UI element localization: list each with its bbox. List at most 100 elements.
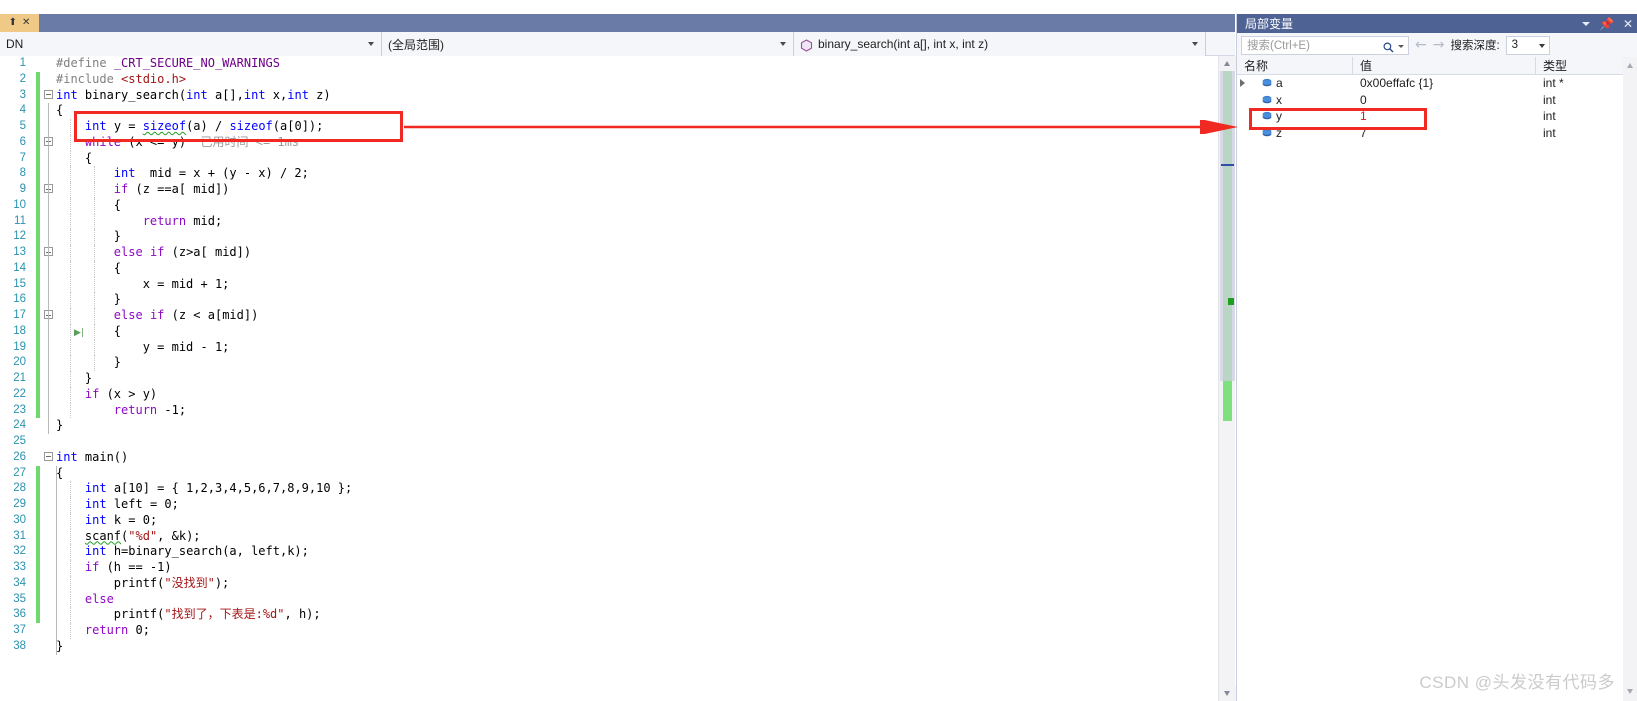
pin-icon[interactable]: ⬆ bbox=[9, 18, 17, 28]
scroll-down-arrow-icon[interactable] bbox=[1219, 686, 1236, 701]
editor-navigation-bar: DN (全局范围) binary_search(int a[], int x, … bbox=[0, 32, 1235, 56]
line-number: 30 bbox=[13, 513, 26, 526]
code-line: 30 int k = 0; bbox=[0, 512, 1235, 529]
fold-guide-line bbox=[48, 418, 49, 434]
search-depth-label: 搜索深度: bbox=[1450, 40, 1500, 52]
locals-grid-header: 名称 值 类型 bbox=[1237, 57, 1637, 75]
code-text: else bbox=[84, 591, 114, 606]
expand-arrow-icon[interactable] bbox=[1240, 78, 1249, 88]
variable-value-cell[interactable]: 1 bbox=[1353, 108, 1536, 125]
fold-toggle-icon[interactable] bbox=[44, 89, 55, 101]
locals-vertical-scrollbar[interactable] bbox=[1623, 57, 1637, 701]
fold-toggle-icon[interactable] bbox=[44, 184, 55, 195]
column-header-value[interactable]: 值 bbox=[1353, 57, 1536, 74]
fold-toggle-icon[interactable] bbox=[44, 451, 55, 463]
line-change-indicator bbox=[36, 591, 40, 608]
fold-guide-line bbox=[48, 355, 49, 371]
search-icon[interactable] bbox=[1383, 40, 1394, 52]
code-text: int binary_search(int a[],int x,int z) bbox=[56, 87, 331, 102]
search-prev-button[interactable]: ← bbox=[1415, 38, 1427, 52]
fold-toggle-icon[interactable] bbox=[44, 136, 55, 148]
line-change-indicator bbox=[36, 560, 40, 576]
line-number: 31 bbox=[13, 529, 26, 542]
variable-value-cell[interactable]: 7 bbox=[1353, 125, 1536, 142]
variable-type-cell: int bbox=[1543, 125, 1556, 140]
line-change-indicator bbox=[36, 245, 40, 261]
chevron-down-icon bbox=[780, 42, 786, 46]
code-line: 25 bbox=[0, 434, 1235, 450]
expand-arrow-icon bbox=[1240, 112, 1249, 121]
visual-studio-debug-window: ⬆ ✕ DN (全局范围) binary_search(int a[], int… bbox=[0, 0, 1637, 701]
project-dropdown[interactable]: DN bbox=[0, 32, 382, 56]
variable-icon bbox=[1261, 127, 1273, 139]
code-line: 24} bbox=[0, 418, 1235, 434]
scope-dropdown-label: (全局范围) bbox=[388, 37, 444, 52]
line-number: 18 bbox=[13, 324, 26, 337]
chevron-down-icon[interactable] bbox=[1398, 44, 1404, 48]
line-change-indicator bbox=[36, 371, 40, 387]
line-change-indicator bbox=[36, 355, 40, 371]
line-number: 19 bbox=[13, 340, 26, 353]
scope-dropdown[interactable]: (全局范围) bbox=[382, 32, 794, 56]
table-row[interactable]: z 7 int bbox=[1237, 125, 1637, 142]
line-number: 6 bbox=[19, 135, 26, 148]
fold-guide-line bbox=[48, 260, 49, 277]
code-text: return 0; bbox=[84, 623, 150, 637]
chevron-down-icon[interactable] bbox=[1581, 21, 1590, 26]
variable-type-cell: int bbox=[1543, 92, 1556, 107]
close-icon[interactable]: ✕ bbox=[1623, 17, 1633, 31]
search-input[interactable]: 搜索(Ctrl+E) bbox=[1241, 35, 1409, 55]
code-line: 23 return -1; bbox=[0, 402, 1235, 419]
editor-tab-active[interactable]: ⬆ ✕ bbox=[0, 14, 39, 32]
chevron-down-icon bbox=[1538, 43, 1545, 48]
search-depth-dropdown[interactable]: 3 bbox=[1505, 35, 1550, 55]
fold-toggle-icon[interactable] bbox=[44, 247, 55, 258]
code-line: 17 else if (z < a[mid]) bbox=[0, 308, 1235, 324]
variable-icon bbox=[1261, 110, 1273, 122]
pin-icon[interactable]: 📌 bbox=[1599, 17, 1614, 31]
search-depth-value: 3 bbox=[1511, 39, 1519, 51]
code-text: return mid; bbox=[142, 213, 223, 228]
code-text: int h=binary_search(a, left,k); bbox=[84, 544, 309, 559]
line-number: 2 bbox=[19, 72, 26, 85]
scroll-up-arrow-icon[interactable] bbox=[1623, 59, 1637, 73]
line-number: 10 bbox=[13, 198, 26, 211]
column-header-name[interactable]: 名称 bbox=[1237, 57, 1353, 74]
code-text: if (x > y) bbox=[84, 386, 158, 401]
search-next-button[interactable]: → bbox=[1433, 38, 1445, 52]
member-dropdown[interactable]: binary_search(int a[], int x, int z) bbox=[794, 32, 1206, 56]
fold-guide-line bbox=[48, 229, 49, 245]
code-text-area[interactable]: 1 #define _CRT_SECURE_NO_WARNINGS 2 #includ… bbox=[0, 56, 1235, 701]
editor-vertical-scrollbar[interactable] bbox=[1218, 56, 1236, 701]
scrollbar-caret-marker bbox=[1221, 164, 1234, 166]
variable-value-cell[interactable]: 0 bbox=[1353, 92, 1536, 109]
line-change-indicator bbox=[36, 323, 40, 340]
scrollbar-bookmark-marker bbox=[1228, 298, 1234, 305]
fold-guide-line bbox=[48, 150, 49, 167]
table-row[interactable]: x 0 int bbox=[1237, 92, 1637, 109]
locals-header-buttons: 📌 ✕ bbox=[1581, 14, 1633, 33]
code-text: { bbox=[56, 103, 64, 118]
scrollbar-thumb[interactable] bbox=[1220, 71, 1235, 381]
code-text: int a[10] = { 1,2,3,4,5,6,7,8,9,10 }; bbox=[84, 481, 353, 496]
line-change-indicator bbox=[36, 166, 40, 182]
variable-name: x bbox=[1276, 92, 1282, 107]
expand-arrow-icon bbox=[1240, 128, 1249, 137]
column-header-type[interactable]: 类型 bbox=[1536, 57, 1637, 74]
line-number: 9 bbox=[19, 183, 26, 195]
scroll-down-arrow-icon[interactable] bbox=[1623, 685, 1637, 699]
line-number: 15 bbox=[13, 277, 26, 290]
watermark: CSDN @头发没有代码多 bbox=[1419, 673, 1615, 692]
line-change-indicator bbox=[36, 213, 40, 230]
chevron-down-icon bbox=[1192, 42, 1198, 46]
code-line: 10 { bbox=[0, 197, 1235, 214]
close-icon[interactable]: ✕ bbox=[22, 18, 30, 28]
variable-value-cell[interactable]: 0x00effafc {1} bbox=[1353, 75, 1536, 92]
line-number: 32 bbox=[13, 545, 26, 558]
fold-toggle-icon[interactable] bbox=[44, 310, 55, 321]
code-text: if (h == -1) bbox=[84, 560, 172, 574]
table-row[interactable]: y 1 int bbox=[1237, 108, 1637, 125]
table-row[interactable]: a 0x00effafc {1} int * bbox=[1237, 75, 1637, 92]
scroll-up-arrow-icon[interactable] bbox=[1219, 56, 1236, 71]
locals-grid-body: a 0x00effafc {1} int * x 0 int y 1 int z 7 int bbox=[1237, 75, 1637, 141]
